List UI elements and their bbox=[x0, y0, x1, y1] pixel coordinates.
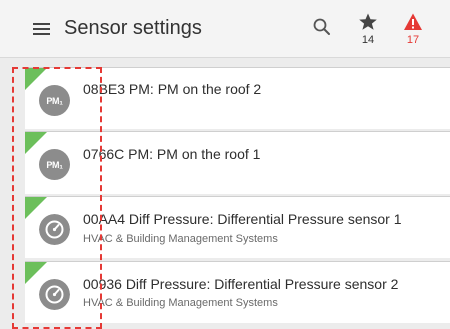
star-icon[interactable] bbox=[358, 12, 378, 32]
gauge-icon bbox=[39, 214, 70, 245]
sensor-category: HVAC & Building Management Systems bbox=[83, 297, 278, 309]
list-item[interactable]: PM₁ 08BE3 PM: PM on the roof 2 bbox=[25, 67, 450, 129]
sensor-name: 08BE3 PM: PM on the roof 2 bbox=[83, 81, 262, 97]
page-title: Sensor settings bbox=[64, 17, 202, 39]
pm-icon: PM₁ bbox=[39, 149, 70, 180]
sensor-name: 0766C PM: PM on the roof 1 bbox=[83, 146, 261, 162]
sensor-category: HVAC & Building Management Systems bbox=[83, 233, 278, 245]
gauge-icon bbox=[39, 279, 70, 310]
status-corner bbox=[25, 262, 47, 284]
sensor-name: 00936 Diff Pressure: Differential Pressu… bbox=[83, 276, 399, 292]
alert-count: 17 bbox=[406, 34, 420, 46]
pm-icon: PM₁ bbox=[39, 85, 70, 116]
alert-icon[interactable] bbox=[403, 12, 423, 32]
search-icon[interactable] bbox=[312, 17, 332, 37]
pm-icon-text: PM₁ bbox=[46, 95, 63, 106]
sensor-name: 00AA4 Diff Pressure: Differential Pressu… bbox=[83, 211, 402, 227]
pm-icon-text: PM₁ bbox=[46, 159, 63, 170]
status-corner bbox=[25, 197, 47, 219]
list-item[interactable]: 00936 Diff Pressure: Differential Pressu… bbox=[25, 261, 450, 323]
list-item[interactable]: 00AA4 Diff Pressure: Differential Pressu… bbox=[25, 196, 450, 258]
starred-count: 14 bbox=[361, 34, 375, 46]
menu-icon[interactable] bbox=[33, 23, 50, 36]
status-corner bbox=[25, 68, 47, 90]
status-corner bbox=[25, 132, 47, 154]
list-item[interactable]: PM₁ 0766C PM: PM on the roof 1 bbox=[25, 131, 450, 194]
app-bar: Sensor settings 14 17 bbox=[0, 0, 450, 58]
